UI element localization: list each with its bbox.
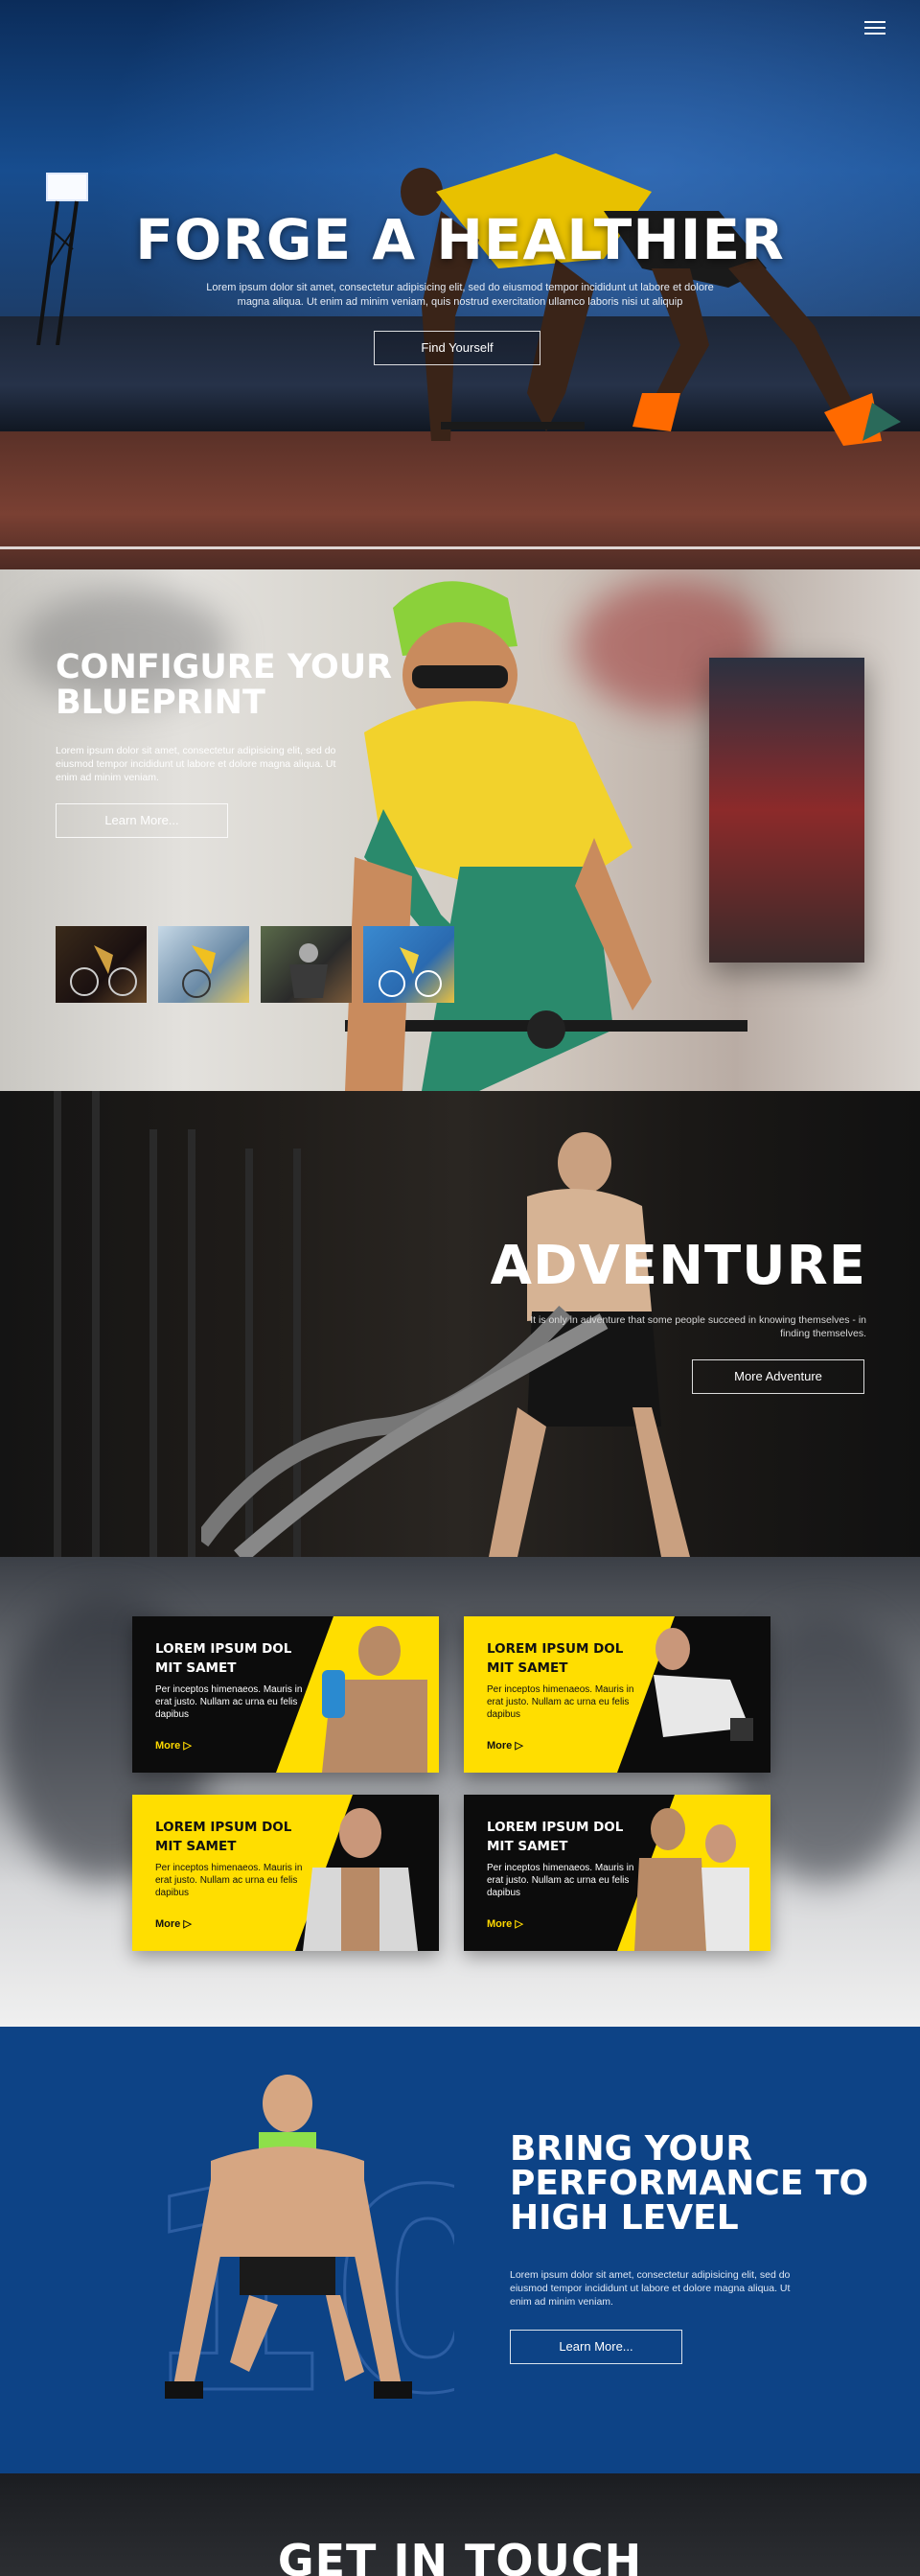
performance-description: Lorem ipsum dolor sit amet, consectetur …	[510, 2269, 791, 2308]
performance-title: BRING YOUR PERFORMANCE TO HIGH LEVEL	[510, 2129, 869, 2238]
hero-title: FORGE A HEALTHIER	[135, 207, 785, 272]
more-adventure-button[interactable]: More Adventure	[692, 1359, 864, 1394]
blueprint-section: CONFIGURE YOUR BLUEPRINT Lorem ipsum dol…	[0, 569, 920, 1091]
promo-card-title: LOREM IPSUM DOL MIT SAMET	[155, 1641, 292, 1676]
promo-card-1: LOREM IPSUM DOL MIT SAMET Per inceptos h…	[132, 1616, 439, 1773]
cycling-thumbnail-4[interactable]	[363, 926, 454, 1003]
play-arrow-icon: ▷	[515, 1918, 523, 1930]
promo-card-more-link[interactable]: More ▷	[487, 1739, 523, 1752]
performance-learn-more-button[interactable]: Learn More...	[510, 2330, 682, 2364]
play-arrow-icon: ▷	[515, 1740, 523, 1752]
promo-card-text: Per inceptos himenaeos. Mauris in erat j…	[155, 1684, 303, 1720]
promo-card-text: Per inceptos himenaeos. Mauris in erat j…	[487, 1863, 634, 1898]
hero-description: Lorem ipsum dolor sit amet, consectetur …	[206, 282, 714, 308]
promo-card-4: LOREM IPSUM DOL MIT SAMET Per inceptos h…	[464, 1795, 770, 1951]
adventure-section: ADVENTURE It is only in adventure that s…	[0, 1091, 920, 1557]
cyclist-image	[345, 581, 748, 1091]
promo-card-text: Per inceptos himenaeos. Mauris in erat j…	[155, 1863, 303, 1898]
promo-cards-section: LOREM IPSUM DOL MIT SAMET Per inceptos h…	[0, 1557, 920, 2027]
cycling-thumbnail-1[interactable]	[56, 926, 147, 1003]
contact-section: GET IN TOUCH	[0, 2473, 920, 2576]
promo-card-more-link[interactable]: More ▷	[155, 1739, 192, 1752]
learn-more-button[interactable]: Learn More...	[56, 803, 228, 838]
promo-card-3: LOREM IPSUM DOL MIT SAMET Per inceptos h…	[132, 1795, 439, 1951]
play-arrow-icon: ▷	[183, 1740, 192, 1752]
promo-card-2: LOREM IPSUM DOL MIT SAMET Per inceptos h…	[464, 1616, 770, 1773]
cycling-thumbnail-strip	[56, 926, 454, 1003]
performance-section: 10 BRING YOUR PERFORMANCE TO HIGH LEVEL …	[0, 2027, 920, 2473]
athlete-woman-image	[165, 2075, 412, 2399]
hero-section: FORGE A HEALTHIER Lorem ipsum dolor sit …	[0, 0, 920, 569]
blueprint-description: Lorem ipsum dolor sit amet, consectetur …	[56, 745, 336, 783]
track-lane-line	[0, 546, 920, 549]
promo-card-more-link[interactable]: More ▷	[155, 1917, 192, 1930]
play-arrow-icon: ▷	[183, 1918, 192, 1930]
promo-card-title: LOREM IPSUM DOL MIT SAMET	[155, 1820, 292, 1854]
promo-card-text: Per inceptos himenaeos. Mauris in erat j…	[487, 1684, 634, 1720]
blueprint-title: CONFIGURE YOUR BLUEPRINT	[56, 648, 393, 722]
cycling-thumbnail-3[interactable]	[261, 926, 352, 1003]
find-yourself-button[interactable]: Find Yourself	[374, 331, 540, 365]
promo-card-title: LOREM IPSUM DOL MIT SAMET	[487, 1641, 624, 1676]
promo-card-more-link[interactable]: More ▷	[487, 1917, 523, 1930]
hamburger-menu-icon[interactable]	[864, 21, 886, 38]
adventure-quote: It is only in adventure that some people…	[530, 1314, 866, 1339]
adventure-title: ADVENTURE	[490, 1235, 866, 1297]
contact-title: GET IN TOUCH	[277, 2535, 643, 2576]
promo-card-title: LOREM IPSUM DOL MIT SAMET	[487, 1820, 624, 1854]
cycling-thumbnail-2[interactable]	[158, 926, 249, 1003]
